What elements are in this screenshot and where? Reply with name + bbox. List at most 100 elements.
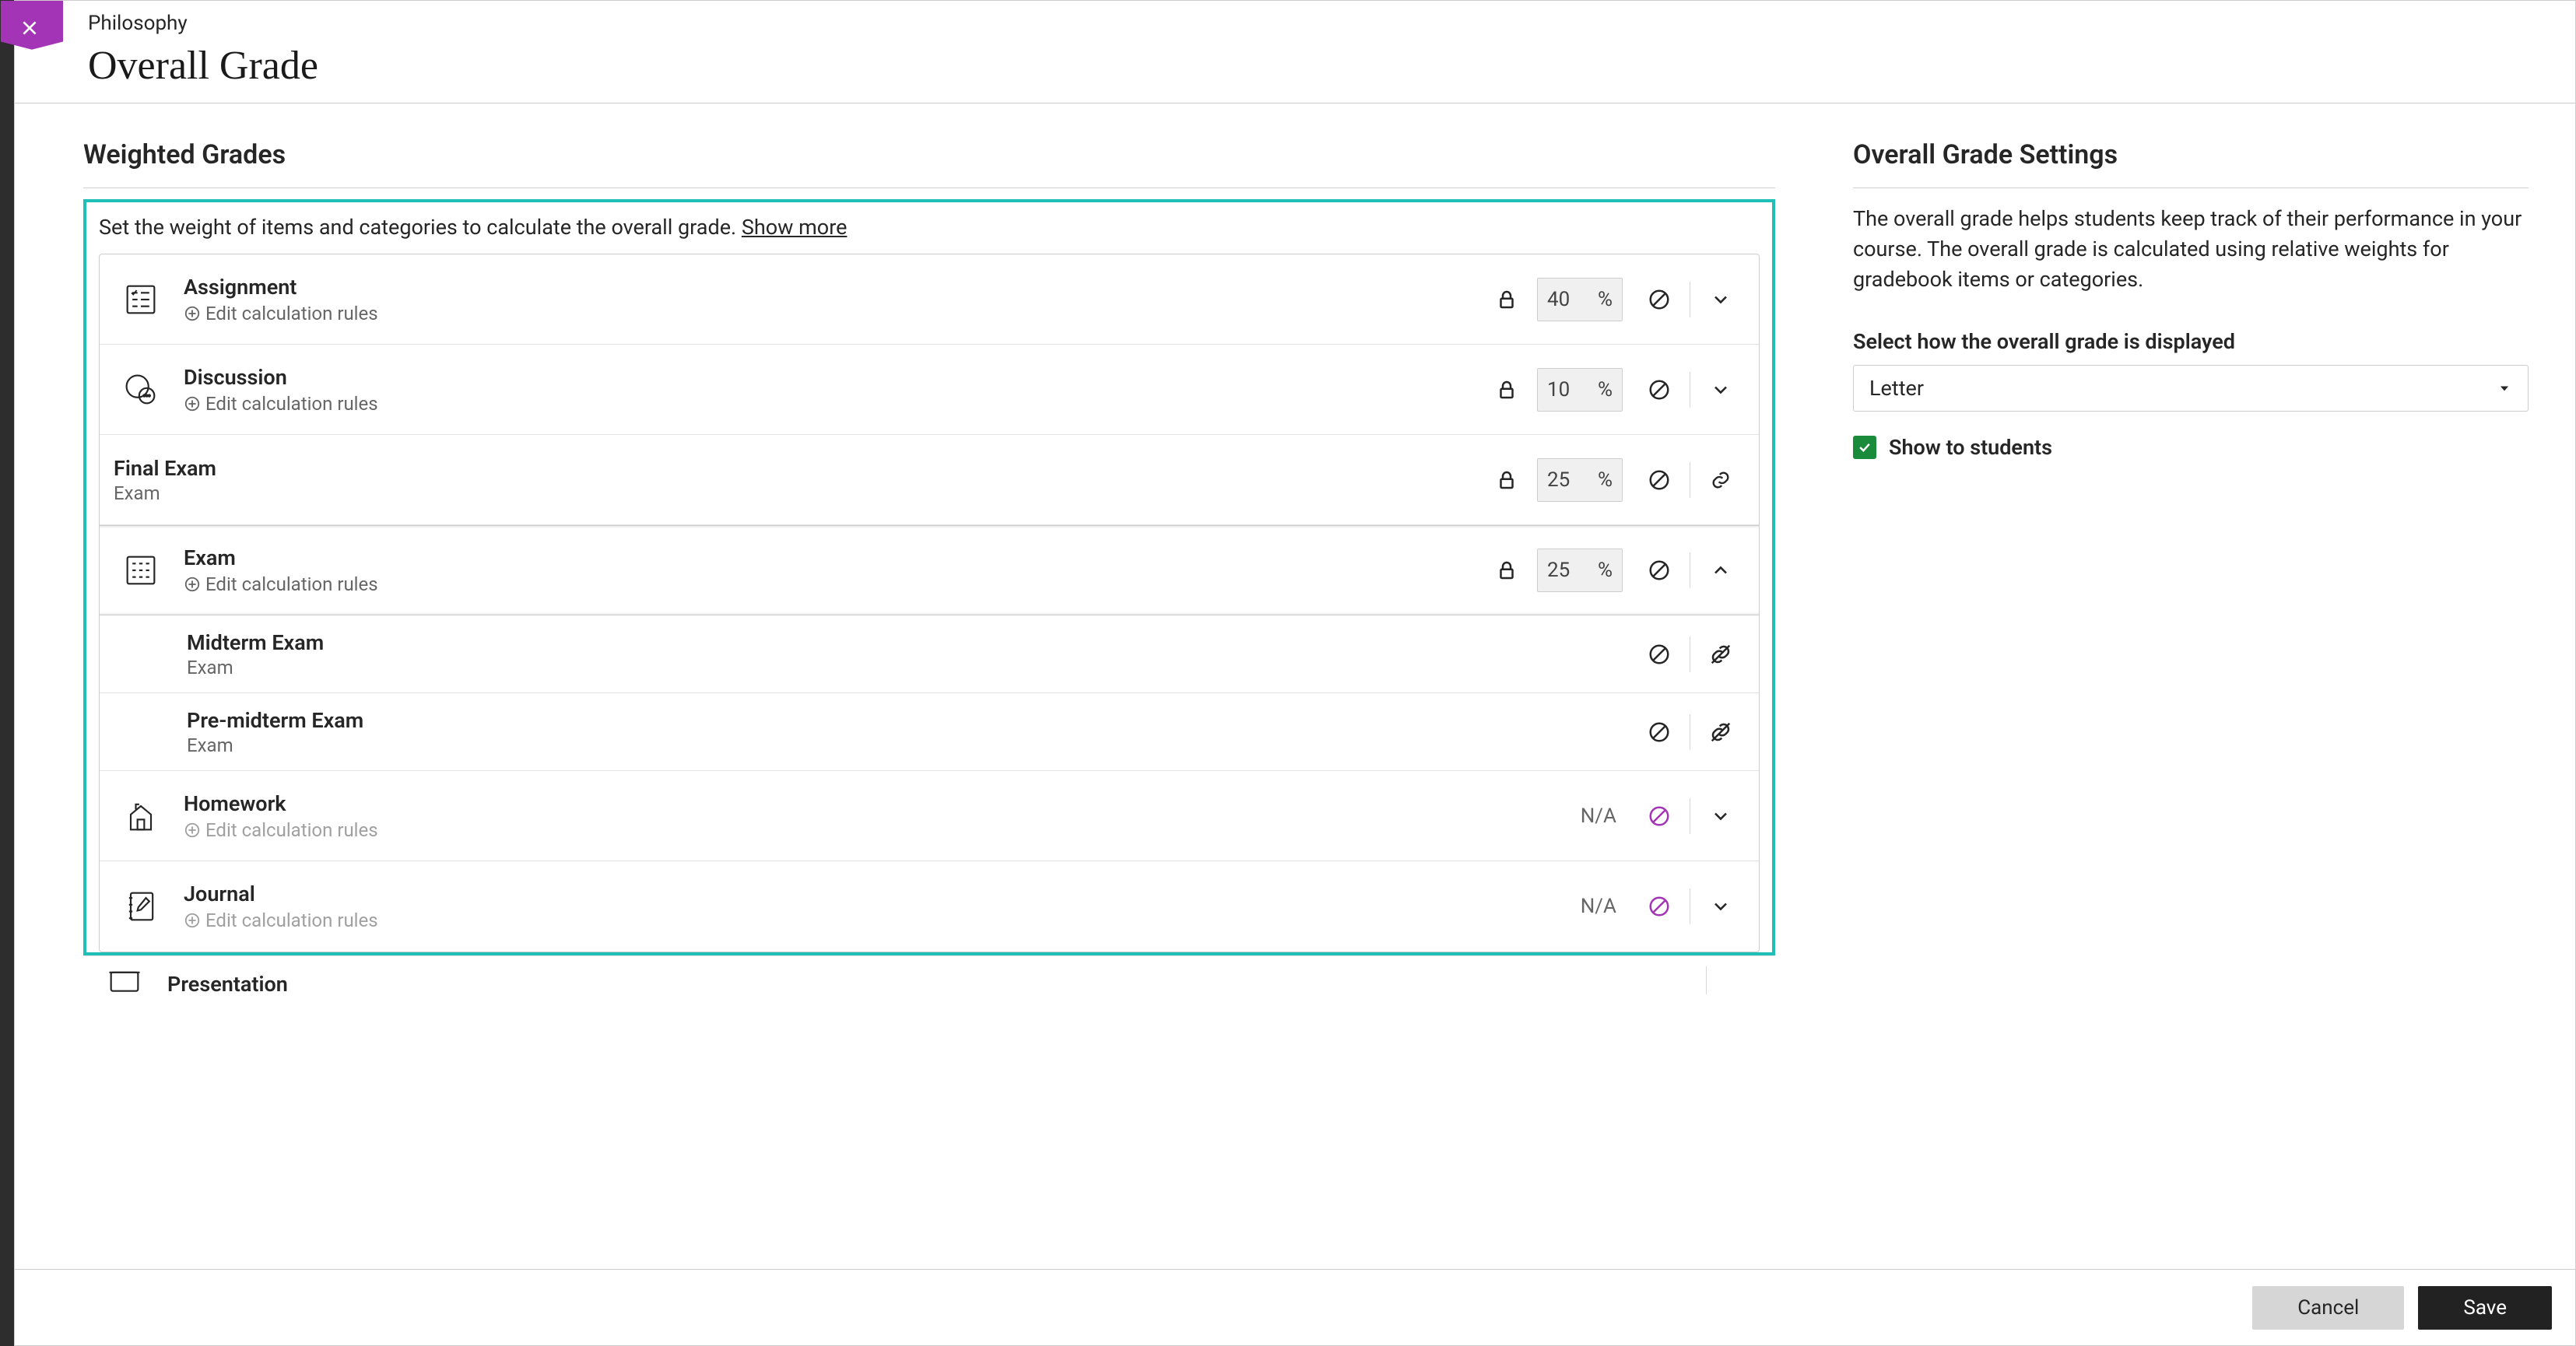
unlink-action[interactable] — [1701, 643, 1740, 666]
category-title: Discussion — [184, 365, 1487, 390]
subitem-title: Midterm Exam — [187, 630, 1640, 655]
weighted-grades-highlight: Set the weight of items and categories t… — [83, 199, 1775, 955]
exclude-toggle[interactable] — [1640, 378, 1679, 401]
chevron-up-icon — [1710, 559, 1732, 581]
weight-input[interactable]: 25% — [1537, 458, 1623, 502]
edit-rules-link-disabled: Edit calculation rules — [184, 819, 1531, 841]
subitem-subtitle: Exam — [187, 734, 1640, 756]
category-title: Presentation — [152, 972, 288, 995]
save-button[interactable]: Save — [2418, 1286, 2552, 1330]
expand-toggle[interactable] — [1701, 805, 1740, 827]
chevron-down-icon — [1710, 805, 1732, 827]
weight-na: N/A — [1531, 895, 1616, 918]
edit-rules-label: Edit calculation rules — [205, 393, 378, 415]
close-icon — [19, 18, 40, 38]
subitem-row-premidterm: Pre-midterm Exam Exam — [100, 693, 1759, 771]
edit-rules-label: Edit calculation rules — [205, 573, 378, 595]
unlink-icon — [1709, 643, 1732, 666]
collapse-toggle[interactable] — [1701, 559, 1740, 581]
unlink-icon — [1709, 720, 1732, 744]
plus-circle-icon — [184, 576, 201, 593]
edit-rules-link[interactable]: Edit calculation rules — [184, 573, 1487, 595]
prohibit-icon — [1648, 643, 1671, 666]
exclude-toggle[interactable] — [1640, 288, 1679, 311]
category-title: Journal — [184, 882, 1531, 906]
lock-icon — [1495, 378, 1518, 401]
caret-down-icon — [2497, 380, 2512, 396]
display-select[interactable]: Letter — [1853, 365, 2529, 412]
prohibit-icon — [1648, 378, 1671, 401]
discussion-icon — [114, 370, 168, 410]
category-title: Final Exam — [114, 456, 1487, 481]
instruction-text-body: Set the weight of items and categories t… — [99, 215, 742, 240]
panel-header: Philosophy Overall Grade — [15, 1, 2575, 103]
category-title: Homework — [184, 791, 1531, 816]
lock-toggle[interactable] — [1487, 468, 1526, 492]
expand-toggle[interactable] — [1701, 289, 1740, 310]
show-to-students-label: Show to students — [1889, 435, 2052, 460]
expand-toggle[interactable] — [1701, 896, 1740, 917]
plus-circle-icon — [184, 395, 201, 412]
exclude-toggle-active[interactable] — [1640, 804, 1679, 828]
prohibit-icon — [1648, 288, 1671, 311]
prohibit-icon — [1648, 720, 1671, 744]
lock-icon — [1495, 288, 1518, 311]
lock-icon — [1495, 468, 1518, 492]
close-button[interactable] — [1, 1, 63, 51]
cancel-button[interactable]: Cancel — [2252, 1286, 2404, 1330]
journal-icon — [114, 886, 168, 927]
edit-rules-label: Edit calculation rules — [205, 819, 378, 841]
exam-icon — [114, 550, 168, 591]
exclude-toggle[interactable] — [1640, 559, 1679, 582]
expand-toggle[interactable] — [1701, 379, 1740, 401]
exclude-toggle[interactable] — [1640, 720, 1679, 744]
exclude-toggle[interactable] — [1640, 643, 1679, 666]
category-list: Assignment Edit calculation rules 40% — [99, 254, 1760, 952]
settings-heading: Overall Grade Settings — [1853, 139, 2529, 170]
weight-input[interactable]: 40% — [1537, 278, 1623, 321]
exclude-toggle-active[interactable] — [1640, 895, 1679, 918]
link-action[interactable] — [1701, 469, 1740, 491]
check-icon — [1857, 440, 1872, 455]
lock-toggle[interactable] — [1487, 378, 1526, 401]
weighted-grades-pane: Weighted Grades Set the weight of items … — [15, 103, 1820, 1269]
chevron-down-icon — [1710, 289, 1732, 310]
subitem-title: Pre-midterm Exam — [187, 708, 1640, 733]
edit-rules-link-disabled: Edit calculation rules — [184, 910, 1531, 931]
page-title: Overall Grade — [88, 43, 2575, 89]
plus-circle-icon — [184, 912, 201, 929]
prohibit-icon — [1648, 468, 1671, 492]
edit-rules-link[interactable]: Edit calculation rules — [184, 393, 1487, 415]
assignment-icon — [114, 279, 168, 320]
edit-rules-label: Edit calculation rules — [205, 303, 378, 324]
exclude-toggle[interactable] — [1640, 468, 1679, 492]
lock-toggle[interactable] — [1487, 559, 1526, 582]
category-row-journal: Journal Edit calculation rules N/A — [100, 861, 1759, 952]
panel-footer: Cancel Save — [15, 1269, 2575, 1345]
settings-description: The overall grade helps students keep tr… — [1853, 204, 2529, 295]
category-row-assignment: Assignment Edit calculation rules 40% — [100, 254, 1759, 345]
instruction-text: Set the weight of items and categories t… — [99, 215, 1760, 240]
lock-icon — [1495, 559, 1518, 582]
category-row-exam: Exam Edit calculation rules 25% — [100, 525, 1759, 615]
category-row-homework: Homework Edit calculation rules N/A — [100, 771, 1759, 861]
presentation-icon — [97, 964, 152, 995]
overall-grade-panel: Philosophy Overall Grade Weighted Grades… — [14, 0, 2576, 1346]
category-row-discussion: Discussion Edit calculation rules 10% — [100, 345, 1759, 435]
prohibit-icon — [1648, 559, 1671, 582]
category-title: Assignment — [184, 275, 1487, 300]
weight-input[interactable]: 25% — [1537, 549, 1623, 592]
homework-icon — [114, 796, 168, 836]
edit-rules-label: Edit calculation rules — [205, 910, 378, 931]
show-more-link[interactable]: Show more — [742, 215, 848, 240]
edit-rules-link[interactable]: Edit calculation rules — [184, 303, 1487, 324]
breadcrumb: Philosophy — [88, 12, 2575, 35]
link-icon — [1710, 469, 1732, 491]
show-to-students-row: Show to students — [1853, 435, 2529, 460]
chevron-down-icon — [1710, 896, 1732, 917]
weight-input[interactable]: 10% — [1537, 368, 1623, 412]
lock-toggle[interactable] — [1487, 288, 1526, 311]
unlink-action[interactable] — [1701, 720, 1740, 744]
subitem-subtitle: Exam — [187, 657, 1640, 678]
show-to-students-checkbox[interactable] — [1853, 436, 1876, 459]
